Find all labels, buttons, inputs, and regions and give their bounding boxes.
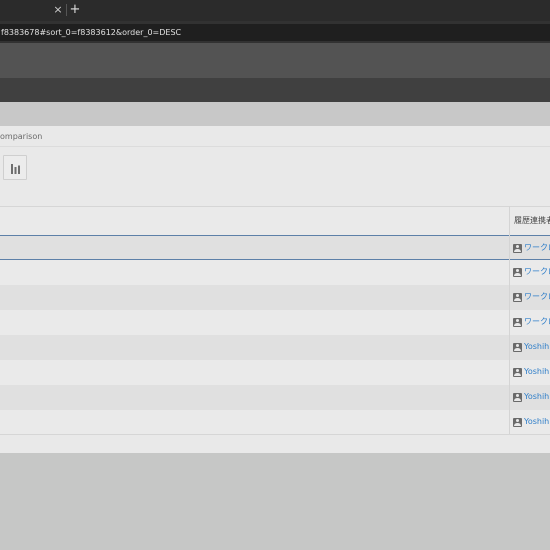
new-tab-button[interactable]: + (69, 2, 81, 18)
column-header-history-linker[interactable]: 履歴連携者 (514, 207, 550, 236)
tab-separator (66, 4, 67, 16)
address-bar: f8383678#sort_0=f8383612&order_0=DESC (0, 21, 550, 43)
user-icon (513, 368, 522, 377)
section-bar (0, 102, 550, 126)
user-link[interactable]: Yoshihi (524, 410, 550, 434)
user-icon (513, 343, 522, 352)
user-icon (513, 268, 522, 277)
chart-view-button[interactable] (3, 155, 27, 180)
url-field[interactable]: f8383678#sort_0=f8383612&order_0=DESC (0, 24, 550, 41)
app-header (0, 78, 550, 102)
user-icon (513, 393, 522, 402)
report-panel: omparison 履歴連携者 ワークロワークロワークロワークロYoshihiY… (0, 126, 550, 453)
breadcrumb: omparison (0, 126, 550, 147)
app-toolbar (0, 43, 550, 78)
grid-header: 履歴連携者 (0, 206, 550, 235)
user-icon (513, 293, 522, 302)
table-row[interactable]: Yoshihi (0, 410, 550, 435)
user-link[interactable]: ワークロ (524, 260, 550, 284)
browser-tab-bar: × + (0, 0, 550, 21)
user-link[interactable]: Yoshihi (524, 385, 550, 409)
column-divider (509, 206, 510, 434)
bar-chart-icon (11, 164, 20, 174)
user-link[interactable]: ワークロ (524, 236, 550, 260)
table-row[interactable]: ワークロ (0, 260, 550, 285)
table-row[interactable]: Yoshihi (0, 385, 550, 410)
tab-close-icon[interactable]: × (52, 3, 64, 17)
user-icon (513, 318, 522, 327)
data-grid: 履歴連携者 ワークロワークロワークロワークロYoshihiYoshihiYosh… (0, 206, 550, 435)
table-row[interactable]: ワークロ (0, 310, 550, 335)
table-row[interactable]: Yoshihi (0, 360, 550, 385)
table-row[interactable]: Yoshihi (0, 335, 550, 360)
table-row[interactable]: ワークロ (0, 285, 550, 310)
user-link[interactable]: ワークロ (524, 285, 550, 309)
user-link[interactable]: ワークロ (524, 310, 550, 334)
user-link[interactable]: Yoshihi (524, 335, 550, 359)
user-icon (513, 418, 522, 427)
user-link[interactable]: Yoshihi (524, 360, 550, 384)
grid-bottom-border (0, 434, 550, 435)
table-row[interactable]: ワークロ (0, 235, 550, 260)
user-icon (513, 244, 522, 253)
